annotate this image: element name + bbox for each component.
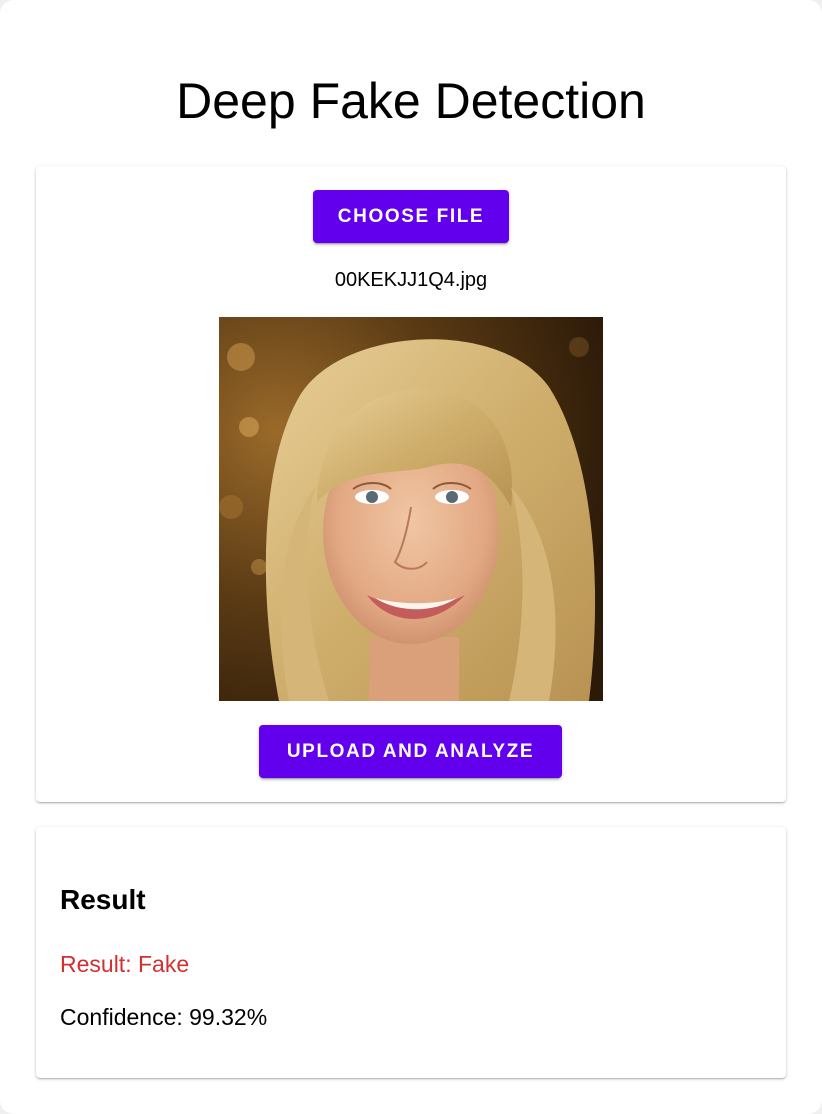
upload-and-analyze-button[interactable]: Upload and Analyze xyxy=(259,725,562,778)
upload-card: Choose File 00KEKJJ1Q4.jpg xyxy=(36,166,786,802)
image-preview xyxy=(219,317,603,701)
app-root: Deep Fake Detection Choose File 00KEKJJ1… xyxy=(0,0,822,1114)
selected-filename: 00KEKJJ1Q4.jpg xyxy=(334,269,488,291)
page-title: Deep Fake Detection xyxy=(176,73,646,129)
result-label: Result: Fake xyxy=(60,951,190,977)
result-heading: Result xyxy=(60,884,146,915)
result-card: Result Result: Fake Confidence: 99.32% xyxy=(36,827,786,1078)
choose-file-button[interactable]: Choose File xyxy=(313,190,509,243)
confidence-label: Confidence: 99.32% xyxy=(60,1004,268,1030)
